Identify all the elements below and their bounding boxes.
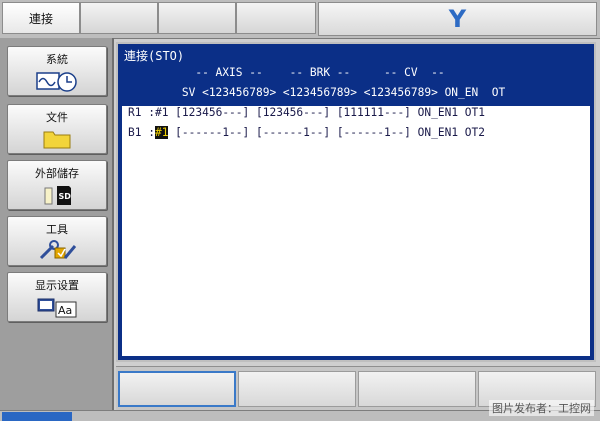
screen-title: 連接(STO) <box>124 49 185 63</box>
menu-button-display-settings[interactable]: 显示设置 Aa <box>7 272 107 322</box>
menu-label-system: 系統 <box>46 53 68 66</box>
function-key-3[interactable] <box>358 371 476 407</box>
tab-empty-1[interactable] <box>80 2 158 34</box>
menu-label-file: 文件 <box>46 111 68 124</box>
header-column-labels: SV <123456789> <123456789> <123456789> O… <box>128 86 506 99</box>
left-menu-panel: 系統 文件 外部儲存 SD 工具 显示设置 Aa <box>0 38 114 410</box>
row-values: [------1--] [------1--] [------1--] ON_E… <box>168 126 486 139</box>
connection-table-area: -- AXIS -- -- BRK -- -- CV -- SV <123456… <box>122 64 590 356</box>
row-prefix: B1 : <box>128 126 155 139</box>
table-header: -- AXIS -- -- BRK -- -- CV -- SV <123456… <box>122 64 590 106</box>
svg-text:Aa: Aa <box>58 304 72 317</box>
function-key-1[interactable] <box>118 371 236 407</box>
axis-group-title: Y <box>318 2 597 36</box>
menu-label-tools: 工具 <box>46 223 68 236</box>
tab-connect[interactable]: 連接 <box>2 2 80 34</box>
display-font-icon: Aa <box>8 295 106 319</box>
menu-button-system[interactable]: 系統 <box>7 46 107 96</box>
folder-icon <box>8 127 106 151</box>
menu-label-external-storage: 外部儲存 <box>35 167 79 180</box>
row-id-cursor[interactable]: #1 <box>154 126 169 139</box>
tools-icon <box>8 239 106 263</box>
row-id[interactable]: #1 <box>155 106 168 119</box>
main-display: 連接(STO) -- AXIS -- -- BRK -- -- CV -- SV… <box>116 42 596 362</box>
menu-button-tools[interactable]: 工具 <box>7 216 107 266</box>
row-prefix: R1 : <box>128 106 155 119</box>
header-group-labels: -- AXIS -- -- BRK -- -- CV -- <box>128 66 445 79</box>
function-key-2[interactable] <box>238 371 356 407</box>
menu-button-external-storage[interactable]: 外部儲存 SD <box>7 160 107 210</box>
watermark-text: 图片发布者：工控网 <box>489 400 594 416</box>
sd-card-icon: SD <box>8 183 106 207</box>
wave-clock-icon <box>8 69 106 93</box>
svg-text:SD: SD <box>59 192 72 201</box>
menu-label-display-settings: 显示设置 <box>35 279 79 292</box>
menu-button-file[interactable]: 文件 <box>7 104 107 154</box>
top-tab-bar: 連接 Y <box>0 0 600 39</box>
row-values: [123456---] [123456---] [111111---] ON_E… <box>168 106 486 119</box>
tab-empty-3[interactable] <box>236 2 316 34</box>
table-row-b1[interactable]: B1 :#1 [------1--] [------1--] [------1-… <box>128 126 485 139</box>
table-row-r1[interactable]: R1 :#1 [123456---] [123456---] [111111--… <box>128 106 485 119</box>
tab-empty-2[interactable] <box>158 2 236 34</box>
